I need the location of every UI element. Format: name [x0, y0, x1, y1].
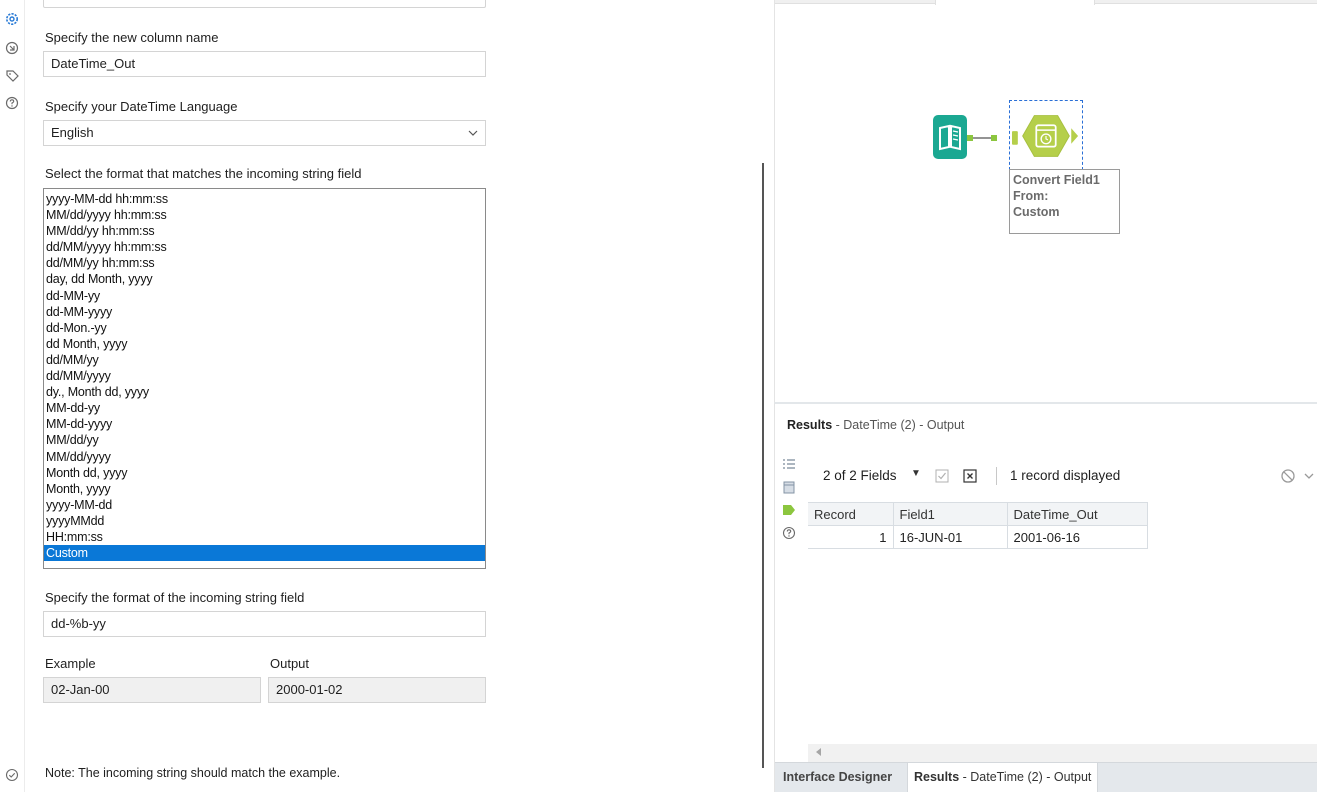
tab-results-source: - DateTime (2) - Output [959, 770, 1092, 784]
configuration-icon-rail [0, 0, 25, 792]
results-title-source: - DateTime (2) - Output [832, 418, 965, 432]
gear-icon[interactable] [4, 11, 20, 27]
cell-field1[interactable]: 16-JUN-01 [893, 525, 1008, 549]
format-option[interactable]: Month dd, yyyy [44, 465, 485, 481]
tab-results-bold: Results [914, 770, 960, 784]
help-icon[interactable] [781, 525, 797, 541]
results-grid[interactable]: Record Field1 DateTime_Out 1 16-JUN-01 2… [808, 502, 1148, 549]
annotation-line: From: [1013, 189, 1049, 203]
chevron-down-icon [468, 130, 478, 136]
results-side-toolbar [781, 456, 801, 548]
results-title-bold: Results [787, 418, 833, 432]
format-option[interactable]: dd/MM/yy [44, 352, 485, 368]
results-title: Results - DateTime (2) - Output [787, 418, 964, 432]
format-option[interactable]: MM/dd/yyyy hh:mm:ss [44, 207, 485, 223]
column-header-field1[interactable]: Field1 [893, 502, 1008, 526]
table-row[interactable]: 1 16-JUN-01 2001-06-16 [808, 525, 1148, 549]
previous-field-input[interactable] [43, 0, 486, 8]
output-anchor-icon[interactable] [781, 502, 797, 518]
format-option[interactable]: dd-MM-yyyy [44, 304, 485, 320]
connection-icon[interactable] [4, 40, 20, 56]
new-column-label: Specify the new column name [45, 30, 219, 45]
format-option[interactable]: yyyy-MM-dd hh:mm:ss [44, 191, 485, 207]
records-status: 1 record displayed [1010, 468, 1121, 483]
format-option[interactable]: MM/dd/yyyy [44, 449, 485, 465]
cell-record[interactable]: 1 [808, 525, 894, 549]
language-selected-value: English [51, 125, 94, 140]
check-circle-icon[interactable] [5, 768, 19, 782]
format-option[interactable]: yyyy-MM-dd [44, 497, 485, 513]
note-text: Note: The incoming string should match t… [45, 766, 341, 780]
example-value-field: 02-Jan-00 [43, 677, 261, 703]
format-option[interactable]: Custom [44, 545, 485, 562]
format-listbox[interactable]: yyyy-MM-dd hh:mm:ss MM/dd/yyyy hh:mm:ss MM… [43, 188, 486, 569]
format-option[interactable]: dd/MM/yyyy hh:mm:ss [44, 239, 485, 255]
format-option[interactable]: Month, yyyy [44, 481, 485, 497]
tool-connection-line[interactable] [967, 135, 997, 141]
tool-annotation: Convert Field1 From: Custom [1009, 169, 1120, 234]
language-select[interactable]: English [43, 120, 486, 146]
list-view-icon[interactable] [781, 456, 797, 472]
format-option[interactable]: dd/MM/yyyy [44, 368, 485, 384]
format-option[interactable]: dd/MM/yy hh:mm:ss [44, 255, 485, 271]
scroll-left-arrow-icon[interactable] [816, 748, 821, 756]
tag-icon[interactable] [4, 68, 20, 84]
annotation-line: Convert Field1 [1013, 173, 1100, 187]
chevron-down-icon[interactable] [1304, 471, 1314, 481]
tab-interface-designer[interactable]: Interface Designer [783, 763, 892, 792]
config-scrollbar[interactable] [762, 163, 764, 768]
new-column-name-input[interactable]: DateTime_Out [43, 51, 486, 77]
toolbar-divider [996, 467, 997, 485]
custom-format-label: Specify the format of the incoming strin… [45, 590, 305, 605]
column-header-record[interactable]: Record [808, 502, 894, 526]
format-option[interactable]: dd Month, yyyy [44, 336, 485, 352]
canvas-tab-active[interactable] [935, 0, 1095, 5]
table-view-icon[interactable] [781, 479, 797, 495]
format-option[interactable]: MM/dd/yy hh:mm:ss [44, 223, 485, 239]
annotation-line: Custom [1013, 205, 1060, 219]
datetime-tool[interactable] [1009, 100, 1083, 170]
output-label: Output [270, 656, 310, 671]
format-option[interactable]: dd-MM-yy [44, 288, 485, 304]
example-label: Example [45, 656, 96, 671]
format-option[interactable]: yyyyMMdd [44, 513, 485, 529]
horizontal-scrollbar[interactable] [808, 744, 1317, 762]
cell-datetime-out[interactable]: 2001-06-16 [1007, 525, 1148, 549]
deselect-all-checkbox-icon[interactable] [963, 469, 977, 483]
select-all-checkbox-icon[interactable] [935, 469, 949, 483]
workflow-canvas[interactable]: Convert Field1 From: Custom [774, 0, 1317, 402]
clear-filter-icon[interactable] [1280, 468, 1296, 484]
format-option[interactable]: MM-dd-yy [44, 400, 485, 416]
results-window: Results - DateTime (2) - Output 2 of 2 F… [774, 402, 1317, 792]
format-option[interactable]: HH:mm:ss [44, 529, 485, 545]
format-option[interactable]: day, dd Month, yyyy [44, 271, 485, 287]
column-header-datetime-out[interactable]: DateTime_Out [1007, 502, 1148, 526]
grid-header-row: Record Field1 DateTime_Out [808, 502, 1148, 526]
help-icon[interactable] [4, 95, 20, 111]
results-toolbar: 2 of 2 Fields ▼ 1 record displayed [823, 466, 1314, 490]
format-list-label: Select the format that matches the incom… [45, 166, 362, 181]
input-data-tool[interactable] [933, 115, 967, 159]
bottom-tab-bar: Interface Designer Results - DateTime (2… [775, 762, 1317, 792]
configuration-panel: Specify the new column name DateTime_Out… [25, 0, 772, 792]
fields-selector[interactable]: 2 of 2 Fields [823, 468, 897, 483]
format-option[interactable]: dy., Month dd, yyyy [44, 384, 485, 400]
format-option[interactable]: dd-Mon.-yy [44, 320, 485, 336]
custom-format-input[interactable]: dd-%b-yy [43, 611, 486, 637]
output-value-field: 2000-01-02 [268, 677, 486, 703]
tab-results[interactable]: Results - DateTime (2) - Output [907, 763, 1099, 792]
language-label: Specify your DateTime Language [45, 99, 238, 114]
format-option[interactable]: MM-dd-yyyy [44, 416, 485, 432]
caret-down-icon[interactable]: ▼ [911, 468, 921, 479]
format-option[interactable]: MM/dd/yy [44, 432, 485, 448]
